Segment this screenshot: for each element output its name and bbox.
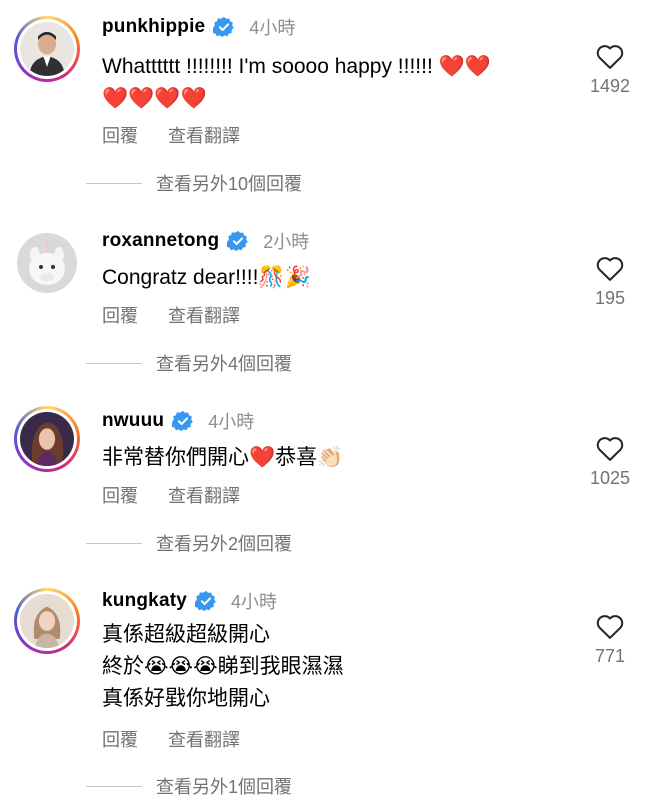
view-replies[interactable]: 查看另外1個回覆 <box>86 773 292 799</box>
heart-icon[interactable] <box>595 42 625 70</box>
comment-line: 真係好戥你地開心 <box>102 687 270 710</box>
reply-button[interactable]: 回覆 <box>102 122 138 148</box>
username[interactable]: roxannetong <box>102 230 219 252</box>
reply-button[interactable]: 回覆 <box>102 302 138 328</box>
man-in-suit-avatar-icon <box>20 22 74 76</box>
comment-line: Whatttttt !!!!!!!! I'm soooo happy !!!!!… <box>102 55 491 78</box>
verified-badge-icon <box>195 590 216 612</box>
translate-button[interactable]: 查看翻譯 <box>168 302 240 328</box>
verified-badge-icon <box>227 230 249 252</box>
view-replies-label[interactable]: 查看另外1個回覆 <box>156 773 292 799</box>
avatar[interactable] <box>14 16 80 82</box>
reply-button[interactable]: 回覆 <box>102 482 138 508</box>
verified-badge-icon <box>172 410 194 432</box>
divider-line <box>86 542 142 544</box>
timestamp: 4小時 <box>208 412 255 432</box>
view-replies-label[interactable]: 查看另外4個回覆 <box>156 350 292 376</box>
avatar[interactable] <box>14 406 80 472</box>
divider-line <box>86 362 142 364</box>
view-replies[interactable]: 查看另外2個回覆 <box>86 530 292 556</box>
username[interactable]: punkhippie <box>102 16 205 38</box>
comment-line: 非常替你們開心❤️恭喜👏🏻 <box>102 446 344 469</box>
username[interactable]: nwuuu <box>102 410 164 432</box>
like-count: 771 <box>594 646 626 666</box>
comment-text: 非常替你們開心❤️恭喜👏🏻 <box>102 442 572 474</box>
divider-line <box>86 182 142 184</box>
comment-line: Congratz dear!!!!🎊🎉 <box>102 266 311 289</box>
view-replies[interactable]: 查看另外4個回覆 <box>86 350 292 376</box>
avatar[interactable] <box>14 588 80 654</box>
comment-line: 真係超級超級開心 <box>102 623 270 646</box>
view-replies-label[interactable]: 查看另外2個回覆 <box>156 530 292 556</box>
heart-icon[interactable] <box>595 434 625 462</box>
comment-text: 真係超級超級開心 終於😭😭😭睇到我眼濕濕 真係好戥你地開心 <box>102 619 572 715</box>
woman-portrait-avatar-icon <box>20 594 74 648</box>
view-replies[interactable]: 查看另外10個回覆 <box>86 170 302 196</box>
comment-line: ❤️❤️❤️❤️ <box>102 87 207 110</box>
comment-line: 終於😭😭😭睇到我眼濕濕 <box>102 655 344 678</box>
avatar[interactable] <box>14 230 80 296</box>
username[interactable]: kungkaty <box>102 590 187 612</box>
verified-badge-icon <box>213 16 235 38</box>
timestamp: 2小時 <box>263 232 310 252</box>
timestamp: 4小時 <box>249 18 296 38</box>
timestamp: 4小時 <box>231 592 278 612</box>
view-replies-label[interactable]: 查看另外10個回覆 <box>156 170 302 196</box>
translate-button[interactable]: 查看翻譯 <box>168 122 240 148</box>
comment-text: Whatttttt !!!!!!!! I'm soooo happy !!!!!… <box>102 51 572 115</box>
comment-text: Congratz dear!!!!🎊🎉 <box>102 262 572 294</box>
unicorn-avatar-icon <box>17 233 77 293</box>
like-count: 1025 <box>589 468 631 488</box>
divider-line <box>86 785 142 787</box>
translate-button[interactable]: 查看翻譯 <box>168 482 240 508</box>
heart-icon[interactable] <box>595 612 625 640</box>
translate-button[interactable]: 查看翻譯 <box>168 726 240 752</box>
woman-avatar-icon <box>20 412 74 466</box>
reply-button[interactable]: 回覆 <box>102 726 138 752</box>
like-count: 195 <box>594 288 626 308</box>
like-count: 1492 <box>589 76 631 96</box>
heart-icon[interactable] <box>595 254 625 282</box>
